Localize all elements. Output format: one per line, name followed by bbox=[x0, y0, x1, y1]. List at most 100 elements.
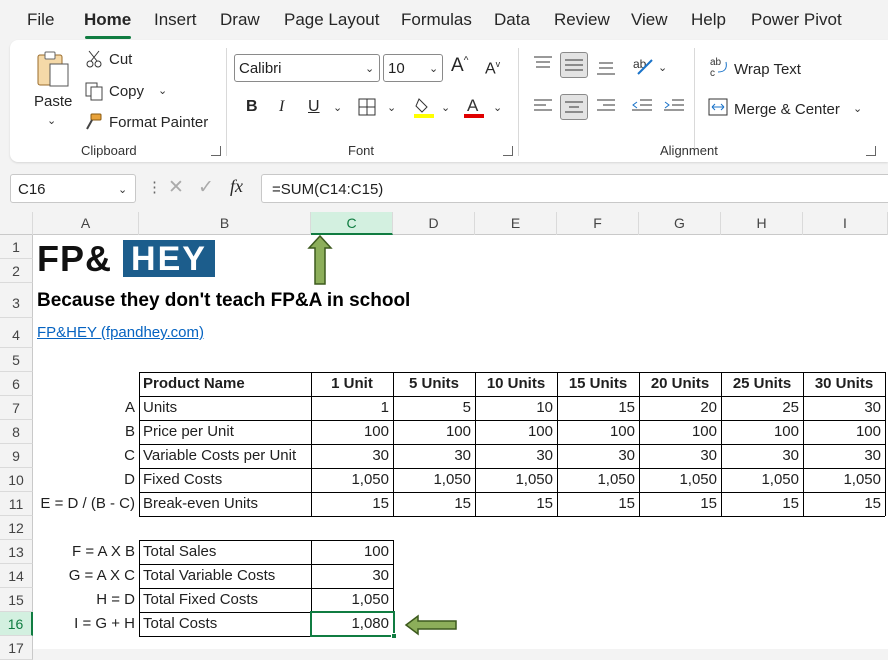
cut-button[interactable]: Cut bbox=[109, 51, 132, 68]
value-cell[interactable]: 1,050 bbox=[393, 468, 475, 491]
value-cell[interactable]: 1,050 bbox=[311, 468, 393, 491]
fill-handle[interactable] bbox=[391, 633, 397, 639]
orientation-dropdown-icon[interactable]: ⌄ bbox=[658, 61, 667, 74]
align-left-icon[interactable] bbox=[534, 98, 552, 114]
menu-insert[interactable]: Insert bbox=[154, 10, 197, 30]
value-cell[interactable]: 15 bbox=[475, 492, 557, 515]
menu-help[interactable]: Help bbox=[691, 10, 726, 30]
row-label-cell[interactable]: Break-even Units bbox=[139, 492, 262, 515]
table-header-cell[interactable]: 1 Unit bbox=[311, 372, 393, 395]
paste-button[interactable]: Paste bbox=[34, 93, 72, 110]
row-header-9[interactable]: 9 bbox=[0, 444, 33, 468]
row-key-cell[interactable]: I = G + H bbox=[33, 612, 139, 635]
value-cell[interactable]: 100 bbox=[721, 420, 803, 443]
select-all-corner[interactable] bbox=[0, 212, 33, 235]
menu-power-pivot[interactable]: Power Pivot bbox=[751, 10, 842, 30]
italic-icon[interactable]: I bbox=[279, 98, 284, 116]
value-cell[interactable]: 1,050 bbox=[639, 468, 721, 491]
value-cell[interactable]: 100 bbox=[475, 420, 557, 443]
fill-color-dropdown-icon[interactable]: ⌄ bbox=[441, 101, 450, 114]
row-header-8[interactable]: 8 bbox=[0, 420, 33, 444]
menu-draw[interactable]: Draw bbox=[220, 10, 260, 30]
row-label-cell[interactable]: Total Fixed Costs bbox=[139, 588, 262, 611]
column-header-c[interactable]: C bbox=[311, 212, 393, 235]
column-header-f[interactable]: F bbox=[557, 212, 639, 235]
value-cell[interactable]: 15 bbox=[803, 492, 885, 515]
value-cell[interactable]: 100 bbox=[803, 420, 885, 443]
orientation-icon[interactable]: ab bbox=[632, 54, 654, 76]
value-cell[interactable]: 1,050 bbox=[803, 468, 885, 491]
cancel-icon[interactable]: ✕ bbox=[168, 176, 184, 199]
align-middle-icon[interactable] bbox=[560, 52, 588, 78]
increase-font-size-icon[interactable]: A^ bbox=[451, 55, 468, 77]
font-size-select[interactable]: 10 ⌄ bbox=[383, 54, 443, 82]
row-key-cell[interactable]: E = D / (B - C) bbox=[33, 492, 139, 515]
value-cell[interactable]: 100 bbox=[311, 540, 393, 563]
decrease-indent-icon[interactable] bbox=[632, 98, 652, 114]
table-header-cell[interactable]: 20 Units bbox=[639, 372, 721, 395]
row-key-cell[interactable]: D bbox=[33, 468, 139, 491]
column-header-h[interactable]: H bbox=[721, 212, 803, 235]
row-header-7[interactable]: 7 bbox=[0, 396, 33, 420]
row-label-cell[interactable]: Total Costs bbox=[139, 612, 221, 635]
format-painter-button[interactable]: Format Painter bbox=[109, 114, 208, 131]
value-cell[interactable]: 1,050 bbox=[311, 588, 393, 611]
website-link[interactable]: FP&HEY (fpandhey.com) bbox=[37, 324, 204, 341]
row-key-cell[interactable]: G = A X C bbox=[33, 564, 139, 587]
value-cell[interactable]: 15 bbox=[639, 492, 721, 515]
row-label-cell[interactable]: Units bbox=[139, 396, 181, 419]
row-label-cell[interactable]: Total Variable Costs bbox=[139, 564, 279, 587]
menu-data[interactable]: Data bbox=[494, 10, 530, 30]
value-cell[interactable]: 30 bbox=[475, 444, 557, 467]
align-bottom-icon[interactable] bbox=[597, 62, 615, 76]
font-color-icon[interactable]: A bbox=[463, 95, 485, 119]
value-cell[interactable]: 100 bbox=[639, 420, 721, 443]
column-header-g[interactable]: G bbox=[639, 212, 721, 235]
row-key-cell[interactable]: C bbox=[33, 444, 139, 467]
row-header-13[interactable]: 13 bbox=[0, 540, 33, 564]
column-header-i[interactable]: I bbox=[803, 212, 888, 235]
paste-dropdown-icon[interactable]: ⌄ bbox=[47, 114, 56, 127]
borders-icon[interactable] bbox=[358, 98, 376, 116]
value-cell[interactable]: 30 bbox=[557, 444, 639, 467]
copy-dropdown-icon[interactable]: ⌄ bbox=[158, 84, 167, 97]
value-cell[interactable]: 30 bbox=[803, 444, 885, 467]
row-header-1[interactable]: 1 bbox=[0, 235, 33, 259]
value-cell[interactable]: 30 bbox=[393, 444, 475, 467]
menu-review[interactable]: Review bbox=[554, 10, 610, 30]
value-cell[interactable]: 20 bbox=[639, 396, 721, 419]
value-cell[interactable]: 1 bbox=[311, 396, 393, 419]
row-label-cell[interactable]: Variable Costs per Unit bbox=[139, 444, 300, 467]
table-header-cell[interactable]: 5 Units bbox=[393, 372, 475, 395]
value-cell[interactable]: 1,050 bbox=[557, 468, 639, 491]
value-cell[interactable]: 15 bbox=[721, 492, 803, 515]
menu-view[interactable]: View bbox=[631, 10, 668, 30]
worksheet[interactable]: A B C D E F G H I 1 2 3 4 5 6 7 8 9 10 1… bbox=[0, 212, 888, 660]
row-header-3[interactable]: 3 bbox=[0, 283, 33, 318]
menu-formulas[interactable]: Formulas bbox=[401, 10, 472, 30]
row-key-cell[interactable]: H = D bbox=[33, 588, 139, 611]
align-right-icon[interactable] bbox=[597, 98, 615, 114]
value-cell[interactable]: 15 bbox=[557, 396, 639, 419]
column-header-a[interactable]: A bbox=[33, 212, 139, 235]
name-box[interactable]: C16 ⌄ bbox=[10, 174, 136, 203]
row-header-10[interactable]: 10 bbox=[0, 468, 33, 492]
value-cell[interactable]: 15 bbox=[557, 492, 639, 515]
align-center-icon[interactable] bbox=[560, 94, 588, 120]
font-color-dropdown-icon[interactable]: ⌄ bbox=[493, 101, 502, 114]
row-header-4[interactable]: 4 bbox=[0, 318, 33, 348]
value-cell[interactable]: 100 bbox=[311, 420, 393, 443]
copy-button[interactable]: Copy bbox=[109, 83, 144, 100]
font-name-select[interactable]: Calibri ⌄ bbox=[234, 54, 380, 82]
enter-icon[interactable]: ✓ bbox=[198, 176, 214, 199]
row-header-16[interactable]: 16 bbox=[0, 612, 33, 636]
value-cell[interactable]: 15 bbox=[393, 492, 475, 515]
row-key-cell[interactable]: B bbox=[33, 420, 139, 443]
table-header-cell[interactable]: 15 Units bbox=[557, 372, 639, 395]
row-label-cell[interactable]: Fixed Costs bbox=[139, 468, 226, 491]
value-cell[interactable]: 1,050 bbox=[475, 468, 557, 491]
value-cell[interactable]: 30 bbox=[311, 444, 393, 467]
row-header-12[interactable]: 12 bbox=[0, 516, 33, 540]
menu-page-layout[interactable]: Page Layout bbox=[284, 10, 379, 30]
row-header-17[interactable]: 17 bbox=[0, 636, 33, 660]
